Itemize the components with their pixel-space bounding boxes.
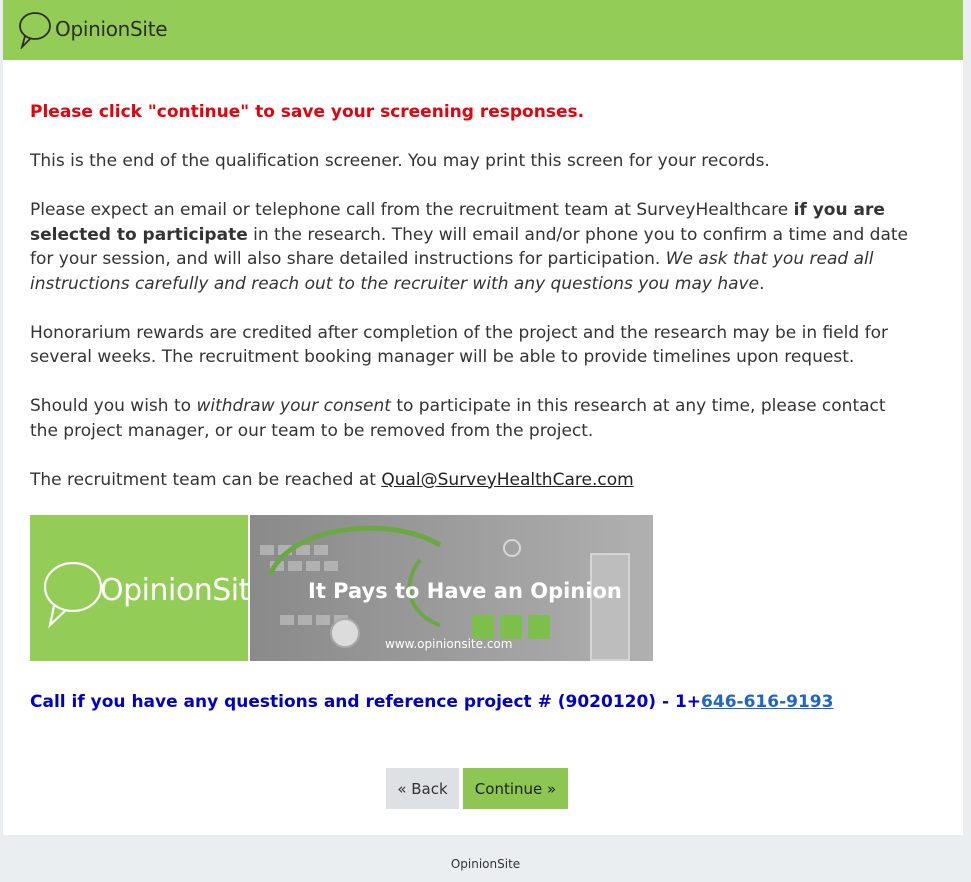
contact-paragraph: The recruitment team can be reached at Q… [30, 469, 634, 490]
speech-bubble-icon [19, 12, 51, 49]
promo-banner: OpinionSite It Pays to Have an Opinion w… [30, 515, 653, 661]
honorarium-paragraph: Honorarium rewards are credited after co… [30, 322, 888, 368]
back-button[interactable]: « Back [386, 768, 459, 809]
door-graphic [590, 553, 630, 661]
chair-graphic [528, 615, 550, 639]
speech-bubble-icon [43, 561, 103, 629]
chair-graphic [472, 615, 494, 639]
continue-button[interactable]: Continue » [463, 768, 568, 809]
expect-contact-paragraph: Please expect an email or telephone call… [30, 200, 908, 294]
banner-logo-panel: OpinionSite [30, 515, 268, 661]
content-area: Please click "continue" to save your scr… [30, 100, 910, 517]
opinionsite-logo[interactable]: OpinionSite [15, 9, 168, 49]
logo-text: OpinionSite [55, 17, 168, 41]
banner-image: It Pays to Have an Opinion www.opinionsi… [250, 515, 653, 661]
banner-tagline: It Pays to Have an Opinion [308, 579, 622, 603]
end-of-screener-text: This is the end of the qualification scr… [30, 151, 770, 171]
phone-link[interactable]: 646-616-9193 [701, 692, 833, 712]
footer-text: OpinionSite [450, 857, 521, 871]
banner-url: www.opinionsite.com [385, 637, 513, 651]
email-link[interactable]: Qual@SurveyHealthCare.com [381, 470, 633, 490]
page-header: OpinionSite [3, 0, 963, 60]
save-notice: Please click "continue" to save your scr… [30, 102, 585, 122]
clock-graphic [503, 539, 521, 557]
main-panel: Please click "continue" to save your scr… [3, 60, 963, 835]
banner-logo-text: OpinionSite [100, 573, 268, 608]
call-reference-line: Call if you have any questions and refer… [30, 692, 834, 712]
chair-graphic [500, 615, 522, 639]
withdraw-consent-paragraph: Should you wish to withdraw your consent… [30, 396, 886, 441]
